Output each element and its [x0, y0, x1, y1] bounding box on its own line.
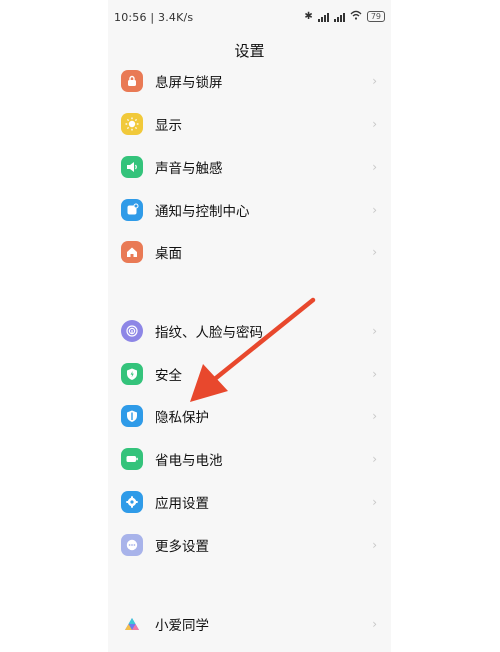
- chevron-right-icon: ›: [372, 538, 377, 552]
- chevron-right-icon: ›: [372, 324, 377, 338]
- notification-icon: [121, 199, 143, 221]
- xiaoai-icon: [121, 613, 143, 635]
- chevron-right-icon: ›: [372, 117, 377, 131]
- speaker-icon: [121, 156, 143, 178]
- chevron-right-icon: ›: [372, 409, 377, 423]
- settings-item-display[interactable]: 显示 ›: [108, 104, 391, 144]
- settings-item-label: 息屏与锁屏: [155, 75, 223, 91]
- settings-item-apps[interactable]: 应用设置 ›: [108, 482, 391, 522]
- settings-item-label: 指纹、人脸与密码: [155, 325, 263, 341]
- lock-icon: [121, 70, 143, 92]
- chevron-right-icon: ›: [372, 245, 377, 259]
- settings-item-label: 省电与电池: [155, 453, 223, 469]
- settings-item-label: 更多设置: [155, 539, 209, 555]
- chevron-right-icon: ›: [372, 367, 377, 381]
- settings-screen: 10:56 | 3.4K/s ✱ 79 设置 息屏与锁屏 › 显示 › 声音与触…: [108, 0, 391, 652]
- settings-item-label: 安全: [155, 368, 182, 384]
- settings-item-notifications[interactable]: 通知与控制中心 ›: [108, 190, 391, 230]
- settings-item-label: 通知与控制中心: [155, 204, 250, 220]
- settings-item-label: 桌面: [155, 246, 182, 262]
- settings-item-security[interactable]: 安全 ›: [108, 354, 391, 394]
- signal-icon-2: [333, 12, 345, 22]
- home-icon: [121, 241, 143, 263]
- settings-item-xiaoai[interactable]: 小爱同学 ›: [108, 604, 391, 644]
- bluetooth-icon: ✱: [304, 11, 313, 22]
- settings-item-lock-screen[interactable]: 息屏与锁屏 ›: [108, 61, 391, 101]
- settings-item-label: 小爱同学: [155, 618, 209, 634]
- settings-item-label: 显示: [155, 118, 182, 134]
- settings-item-fingerprint[interactable]: 指纹、人脸与密码 ›: [108, 311, 391, 351]
- more-icon: [121, 534, 143, 556]
- chevron-right-icon: ›: [372, 160, 377, 174]
- settings-item-label: 隐私保护: [155, 410, 209, 426]
- settings-item-label: 应用设置: [155, 496, 209, 512]
- status-bar: 10:56 | 3.4K/s ✱ 79: [108, 0, 391, 34]
- chevron-right-icon: ›: [372, 617, 377, 631]
- gear-icon: [121, 491, 143, 513]
- sun-icon: [121, 113, 143, 135]
- chevron-right-icon: ›: [372, 74, 377, 88]
- status-icons: ✱ 79: [304, 10, 385, 23]
- status-time: 10:56 | 3.4K/s: [114, 11, 194, 24]
- settings-item-label: 声音与触感: [155, 161, 223, 177]
- settings-item-battery[interactable]: 省电与电池 ›: [108, 439, 391, 479]
- battery-icon: 79: [366, 11, 385, 22]
- battery-icon: [121, 448, 143, 470]
- settings-item-sound[interactable]: 声音与触感 ›: [108, 147, 391, 187]
- settings-item-more[interactable]: 更多设置 ›: [108, 525, 391, 565]
- privacy-icon: [121, 405, 143, 427]
- wifi-icon: [350, 10, 362, 23]
- settings-item-privacy[interactable]: 隐私保护 ›: [108, 396, 391, 436]
- chevron-right-icon: ›: [372, 495, 377, 509]
- chevron-right-icon: ›: [372, 203, 377, 217]
- fingerprint-icon: [121, 320, 143, 342]
- page-title: 设置: [234, 42, 265, 60]
- shield-icon: [121, 363, 143, 385]
- settings-item-desktop[interactable]: 桌面 ›: [108, 232, 391, 272]
- chevron-right-icon: ›: [372, 452, 377, 466]
- signal-icon: [317, 12, 329, 22]
